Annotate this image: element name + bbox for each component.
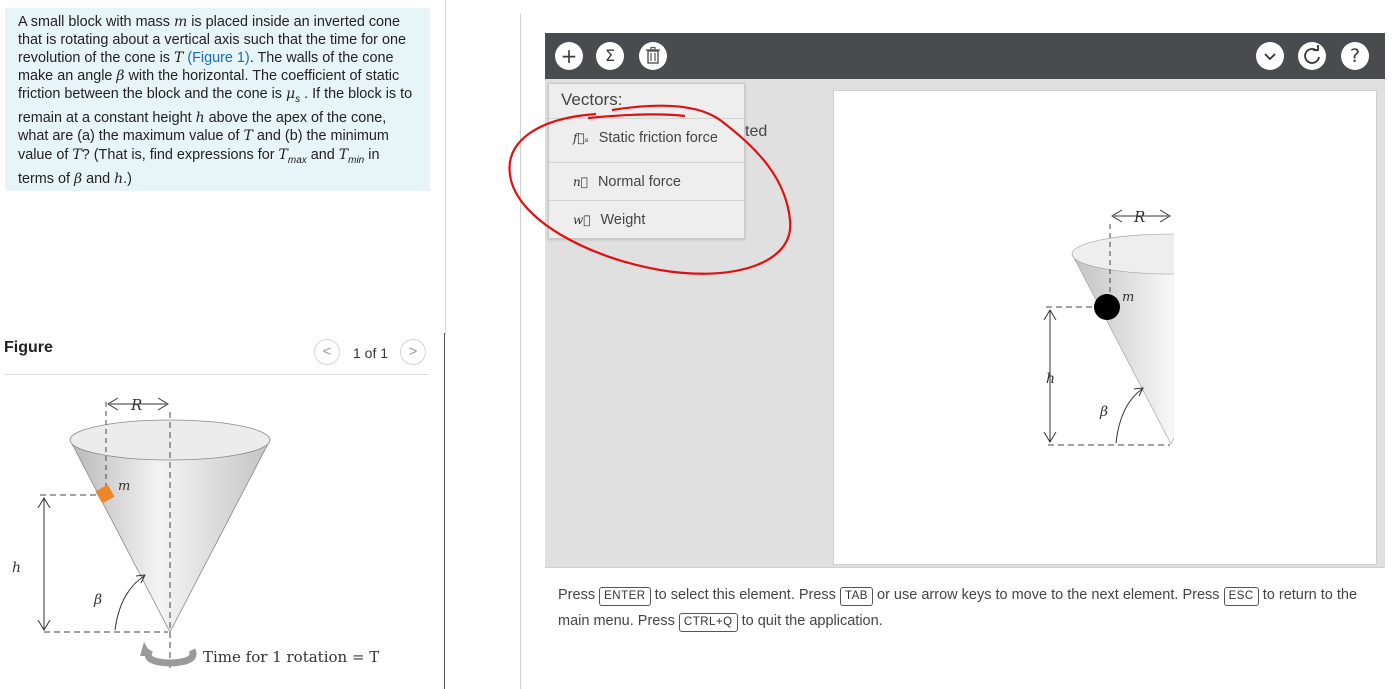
menu-item-weight[interactable]: w⃗ Weight	[549, 200, 744, 238]
figure-caption: Time for 1 rotation = T	[203, 648, 379, 666]
reset-icon	[1304, 45, 1320, 64]
label-h: h	[12, 560, 21, 576]
canvas-cone-top	[1071, 233, 1174, 275]
cone-figure: R m h β Time for 1 rotation = T	[12, 396, 379, 672]
block-dot[interactable]	[1094, 294, 1120, 320]
collapse-button[interactable]	[1256, 42, 1284, 70]
canvas-angle-arc	[1115, 388, 1143, 444]
label-m: m	[118, 479, 130, 494]
delete-button[interactable]	[639, 42, 667, 70]
add-button[interactable]: +	[555, 42, 583, 70]
angle-arc	[114, 575, 145, 631]
key-esc: ESC	[1223, 587, 1259, 606]
keyboard-instructions: Press ENTER to select this element. Pres…	[545, 567, 1385, 689]
reset-button[interactable]	[1298, 42, 1326, 70]
figure-pager: 1 of 1	[353, 345, 389, 361]
canvas-label-m: m	[1122, 290, 1134, 305]
menu-item-static-friction[interactable]: f⃗ₛ Static friction force	[549, 118, 744, 156]
label-beta: β	[93, 592, 102, 608]
key-tab: TAB	[839, 587, 873, 606]
canvas-label-R: R	[1133, 208, 1145, 226]
var-m: m	[173, 14, 188, 30]
next-figure-button[interactable]: >	[400, 339, 426, 365]
toolbar: + Σ ?	[545, 33, 1385, 79]
key-ctrl-q: CTRL+Q	[678, 613, 738, 632]
hidden-text-fragment: ted	[745, 123, 768, 140]
rotation-arrowhead	[140, 642, 152, 656]
trash-icon	[646, 46, 660, 64]
menu-item-normal-force[interactable]: n⃗ Normal force	[549, 162, 744, 200]
rotation-icon	[144, 648, 197, 667]
content-divider	[520, 14, 521, 689]
friction-vector-icon: f⃗ₛ	[573, 131, 589, 145]
vector-tool: + Σ ? ted Vectors: f⃗ₛ Static friction f…	[545, 33, 1385, 689]
problem-statement: A small block with mass m is placed insi…	[5, 8, 430, 191]
menu-title: Vectors:	[561, 90, 623, 109]
sum-button[interactable]: Σ	[596, 42, 624, 70]
key-enter: ENTER	[599, 587, 651, 606]
figure-link[interactable]: (Figure 1)	[187, 50, 249, 66]
drawing-canvas[interactable]: R m h β	[833, 90, 1377, 565]
canvas-cone-figure: R m h β	[1043, 208, 1174, 446]
panel-divider-lower	[444, 333, 445, 689]
figure-title: Figure	[4, 339, 53, 356]
help-button[interactable]: ?	[1341, 42, 1369, 70]
weight-vector-icon: w⃗	[573, 213, 591, 227]
normal-vector-icon: n⃗	[573, 175, 588, 189]
chevron-down-icon	[1264, 53, 1276, 61]
panel-divider	[445, 0, 446, 335]
vectors-menu: Vectors: f⃗ₛ Static friction force n⃗ Norm…	[548, 83, 745, 239]
label-R: R	[130, 396, 142, 414]
prev-figure-button[interactable]: <	[314, 339, 340, 365]
canvas-label-h: h	[1046, 371, 1055, 387]
canvas-label-beta: β	[1099, 404, 1108, 420]
figure-header: Figure < 1 of 1 >	[4, 339, 429, 375]
